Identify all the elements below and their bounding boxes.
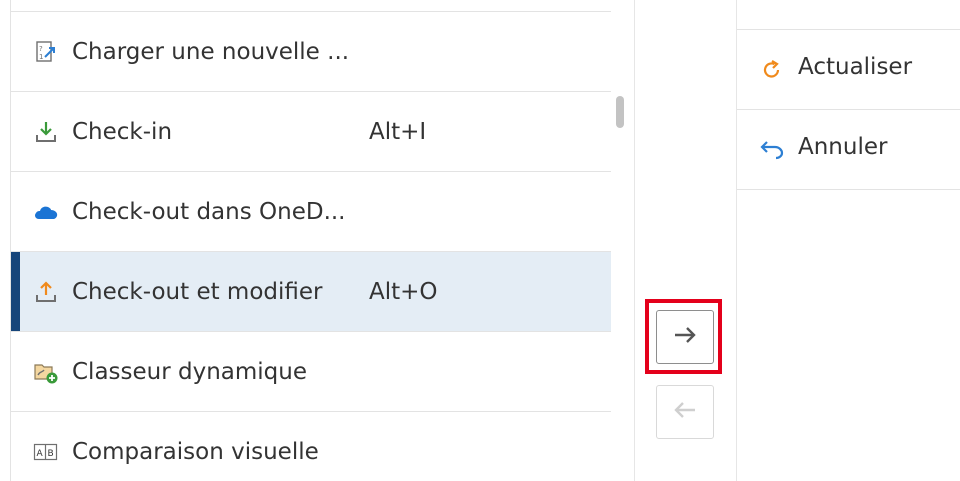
- command-label: Annuler: [798, 134, 888, 160]
- command-shortcut: Alt+O: [369, 278, 438, 305]
- scrollbar-thumb[interactable]: [616, 96, 624, 128]
- divider: [634, 0, 635, 481]
- list-item-charger-nouvelle-version[interactable]: ? 1 Charger une nouvelle ...: [11, 12, 611, 92]
- command-label: Check-out dans OneD...: [72, 198, 346, 225]
- add-command-button[interactable]: [656, 310, 714, 364]
- command-label: Check-out et modifier: [72, 278, 323, 305]
- remove-command-button[interactable]: [656, 385, 714, 439]
- list-item-actualiser[interactable]: Actualiser: [737, 30, 960, 110]
- arrow-left-icon: [672, 400, 698, 424]
- svg-text:B: B: [48, 449, 54, 459]
- command-shortcut: Alt+I: [369, 118, 427, 145]
- svg-text:?: ?: [39, 45, 43, 53]
- upload-new-version-icon: ? 1: [33, 39, 59, 65]
- refresh-icon: [759, 57, 785, 83]
- undo-icon: [759, 137, 785, 163]
- check-in-icon: [33, 119, 59, 145]
- list-item-check-out-modifier[interactable]: Check-out et modifier Alt+O: [11, 252, 611, 332]
- available-commands-list: ? 1 Charger une nouvelle ... Check-in Al…: [11, 12, 611, 481]
- visual-comparison-icon: A B: [33, 439, 59, 465]
- selected-commands-panel: Actualiser Annuler: [737, 0, 960, 481]
- check-out-edit-icon: [33, 279, 59, 305]
- list-item-classeur-dynamique[interactable]: Classeur dynamique: [11, 332, 611, 412]
- list-item-comparaison-visuelle[interactable]: A B Comparaison visuelle: [11, 412, 611, 481]
- command-label: Charger une nouvelle ...: [72, 38, 350, 65]
- list-item-check-in[interactable]: Check-in Alt+I: [11, 92, 611, 172]
- command-label: Actualiser: [798, 54, 913, 80]
- dynamic-folder-icon: [33, 359, 59, 385]
- svg-text:A: A: [37, 449, 44, 459]
- command-label: Check-in: [72, 118, 173, 145]
- command-label: Comparaison visuelle: [72, 438, 319, 465]
- list-item-annuler[interactable]: Annuler: [737, 110, 960, 190]
- selected-commands-list: Actualiser Annuler: [737, 30, 960, 190]
- svg-text:1: 1: [39, 53, 43, 61]
- available-commands-panel: ? 1 Charger une nouvelle ... Check-in Al…: [10, 0, 611, 481]
- arrow-right-icon: [672, 325, 698, 349]
- onedrive-cloud-icon: [33, 199, 59, 225]
- command-label: Classeur dynamique: [72, 358, 308, 385]
- list-item-check-out-onedrive[interactable]: Check-out dans OneD...: [11, 172, 611, 252]
